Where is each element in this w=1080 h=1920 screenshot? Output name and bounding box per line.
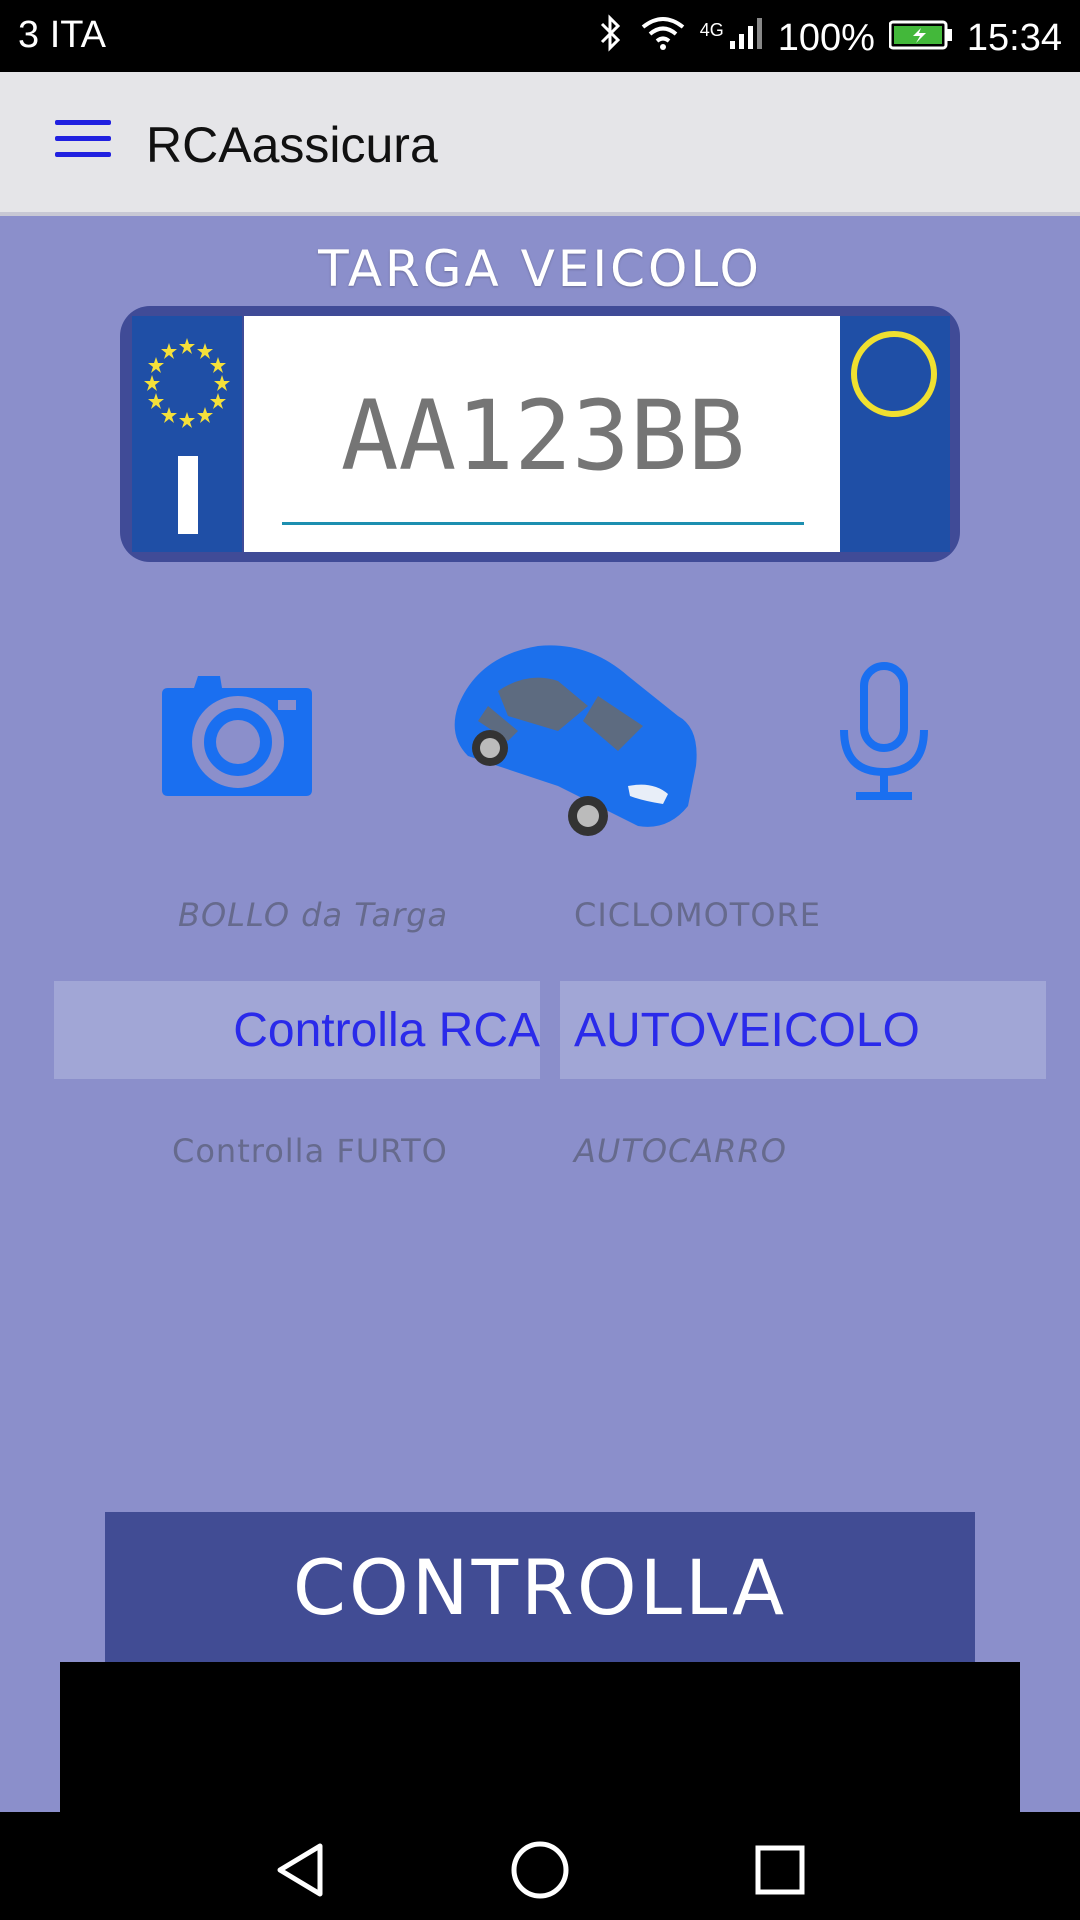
bluetooth-icon xyxy=(596,14,626,62)
controlla-button[interactable]: CONTROLLA xyxy=(105,1512,975,1662)
network-type-label: 4G xyxy=(699,19,724,40)
autoveicolo-label: AUTOVEICOLO xyxy=(574,1003,920,1057)
camera-icon[interactable] xyxy=(160,666,314,805)
eu-stars-icon xyxy=(144,338,230,428)
back-icon[interactable] xyxy=(272,1842,328,1903)
controlla-rca-label: Controlla RCA xyxy=(233,1003,540,1057)
battery-percent: 100% xyxy=(777,16,875,59)
recents-icon[interactable] xyxy=(754,1844,806,1901)
controlla-rca-option[interactable]: Controlla RCA xyxy=(54,981,540,1079)
autoveicolo-option[interactable]: AUTOVEICOLO xyxy=(560,981,1046,1079)
eu-band xyxy=(132,316,242,552)
carrier-label: 3 ITA xyxy=(18,14,106,56)
home-icon[interactable] xyxy=(510,1840,570,1905)
navigation-bar xyxy=(0,1812,1080,1920)
input-methods-row xyxy=(0,636,1080,856)
wifi-icon xyxy=(640,15,686,61)
battery-icon xyxy=(888,17,953,60)
ad-banner[interactable] xyxy=(60,1662,1020,1812)
car-icon xyxy=(438,636,708,861)
app-title: RCAassicura xyxy=(146,117,438,173)
plate-section-title: TARGA VEICOLO xyxy=(318,240,762,298)
plate-center xyxy=(244,316,840,552)
autocarro-option[interactable]: AUTOCARRO xyxy=(574,1132,787,1170)
controlla-furto-option[interactable]: Controlla FURTO xyxy=(172,1132,448,1170)
signal-icon xyxy=(728,15,764,61)
country-code-bar xyxy=(178,456,198,534)
status-bar: 3 ITA 4G 100% 15:34 xyxy=(0,0,1080,72)
license-plate xyxy=(120,306,960,562)
yellow-circle-icon xyxy=(851,331,937,417)
bollo-option[interactable]: BOLLO da Targa xyxy=(178,896,448,934)
microphone-icon[interactable] xyxy=(836,662,932,811)
plate-input[interactable] xyxy=(282,350,804,525)
menu-icon[interactable] xyxy=(55,120,111,164)
ciclomotore-option[interactable]: CICLOMOTORE xyxy=(574,896,821,934)
app-bar: RCAassicura xyxy=(0,72,1080,216)
clock: 15:34 xyxy=(966,16,1062,59)
main-content: TARGA VEICOLO AA123BB BOLLO da Targa CIC… xyxy=(0,216,1080,1812)
province-band xyxy=(840,316,950,552)
